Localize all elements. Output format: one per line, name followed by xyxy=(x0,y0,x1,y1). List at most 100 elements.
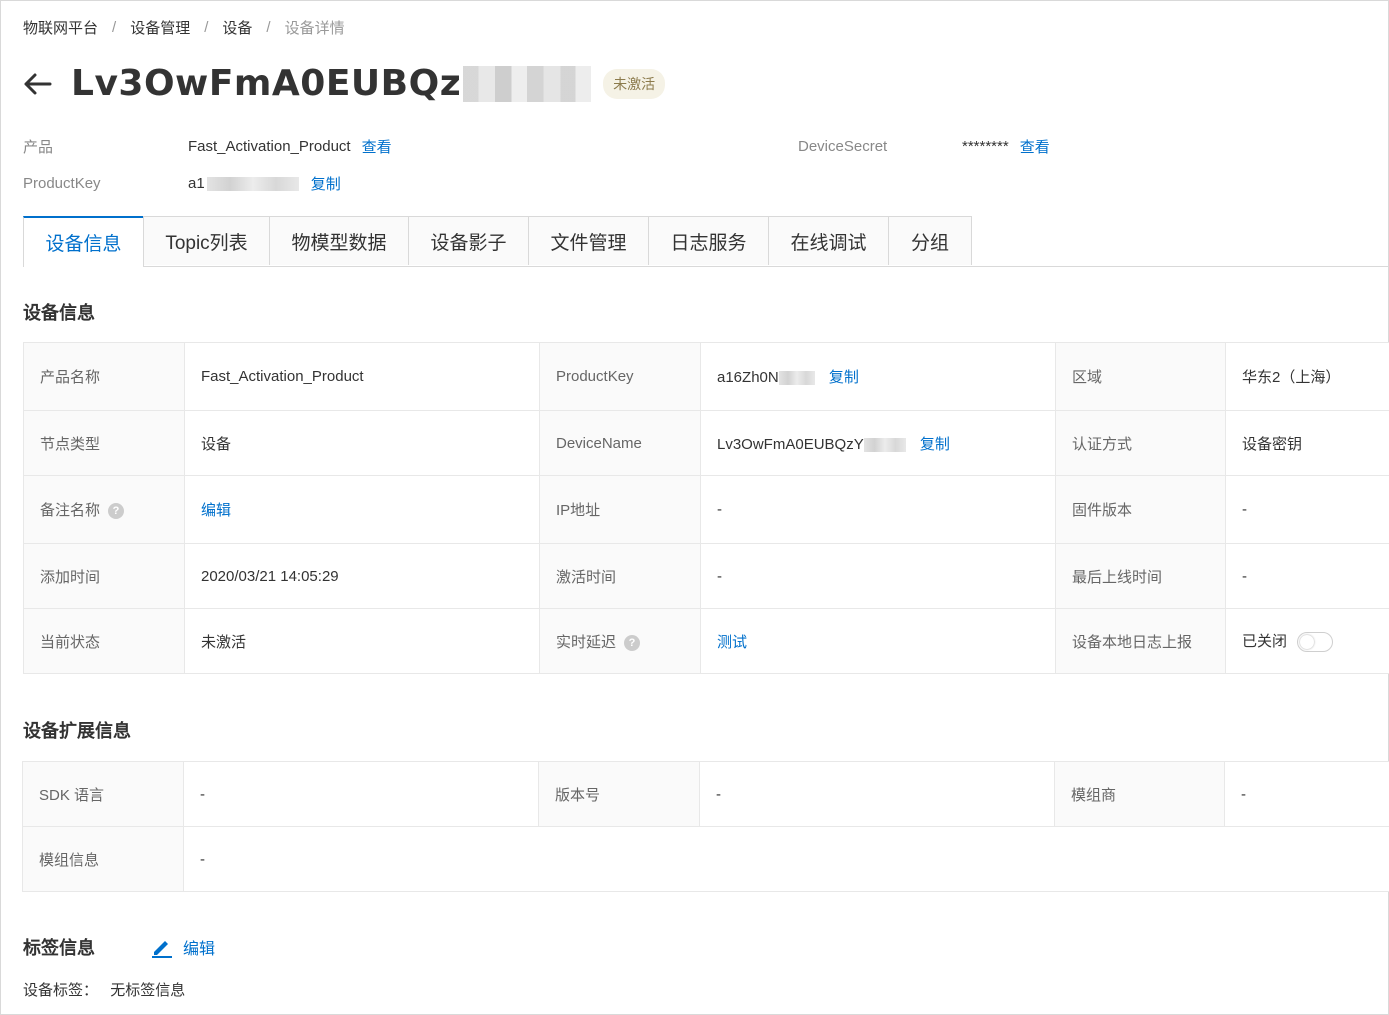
node-type-value: 设备 xyxy=(184,410,540,476)
productkey-cell: a16Zh0N 复制 xyxy=(700,342,1056,411)
back-arrow-icon[interactable] xyxy=(21,68,53,100)
auth-method-label: 认证方式 xyxy=(1055,410,1226,476)
remark-name-cell: 备注名称? xyxy=(23,475,185,544)
copy-productkey-button[interactable]: 复制 xyxy=(829,369,859,386)
redacted-mosaic xyxy=(206,176,299,191)
productkey-value: a1 xyxy=(188,175,205,192)
table-row: 备注名称? 编辑 IP地址 - 固件版本 - xyxy=(23,475,1389,544)
tags-title: 标签信息 xyxy=(23,938,95,958)
redacted-mosaic xyxy=(863,437,906,452)
sdk-language-label: SDK 语言 xyxy=(22,761,184,827)
pencil-icon xyxy=(152,941,172,958)
breadcrumb-separator: / xyxy=(204,19,209,36)
module-vendor-label: 模组商 xyxy=(1054,761,1225,827)
ext-info-table: SDK 语言 - 版本号 - 模组商 - 模组信息 - xyxy=(22,761,1389,892)
sdk-language-value: - xyxy=(183,761,539,827)
help-icon[interactable]: ? xyxy=(108,503,125,520)
edit-tags-label: 编辑 xyxy=(183,941,216,958)
breadcrumb-separator: / xyxy=(112,19,117,36)
device-tags-label: 设备标签： xyxy=(23,982,99,999)
local-log-toggle[interactable] xyxy=(1297,632,1334,653)
copy-productkey-link[interactable]: 复制 xyxy=(311,173,341,194)
meta-secret-row: DeviceSecret ******** 查看 xyxy=(798,136,1050,157)
ip-address-label: IP地址 xyxy=(539,475,701,544)
tab-thing-model-data[interactable]: 物模型数据 xyxy=(269,216,409,265)
view-product-link[interactable]: 查看 xyxy=(362,136,392,157)
productkey-value: a16Zh0N xyxy=(717,369,779,386)
breadcrumb-device-detail: 设备详情 xyxy=(284,20,345,37)
table-row: 模组信息 - xyxy=(22,826,1389,892)
region-label: 区域 xyxy=(1055,342,1226,411)
ip-address-value: - xyxy=(700,475,1056,544)
latency-label: 实时延迟 xyxy=(556,633,617,651)
auth-method-value: 设备密钥 xyxy=(1225,410,1389,476)
tab-log-service[interactable]: 日志服务 xyxy=(648,216,769,265)
tab-group[interactable]: 分组 xyxy=(888,216,972,265)
test-latency-link[interactable]: 测试 xyxy=(717,634,747,651)
breadcrumb-iot-platform[interactable]: 物联网平台 xyxy=(23,17,98,38)
help-icon[interactable]: ? xyxy=(624,634,641,651)
tags-header: 标签信息 编辑 xyxy=(23,934,215,960)
tab-topic-list[interactable]: Topic列表 xyxy=(143,216,270,265)
version-label: 版本号 xyxy=(538,761,700,827)
tab-bar: 设备信息 Topic列表 物模型数据 设备影子 文件管理 日志服务 在线调试 分… xyxy=(23,216,1389,267)
breadcrumb-separator: / xyxy=(266,19,271,36)
module-vendor-value: - xyxy=(1224,761,1389,827)
table-row: SDK 语言 - 版本号 - 模组商 - xyxy=(22,761,1389,827)
tab-device-shadow[interactable]: 设备影子 xyxy=(408,216,529,265)
current-status-value: 未激活 xyxy=(184,608,540,674)
product-value: Fast_Activation_Product xyxy=(188,138,351,155)
local-log-cell: 已关闭 xyxy=(1225,608,1389,674)
copy-device-name-button[interactable]: 复制 xyxy=(920,436,950,453)
table-row: 节点类型 设备 DeviceName Lv3OwFmA0EUBQzY 复制 认证… xyxy=(23,410,1389,476)
tab-device-info[interactable]: 设备信息 xyxy=(23,216,144,267)
page-title: Lv3OwFmA0EUBQz xyxy=(71,63,462,104)
edit-remark-link[interactable]: 编辑 xyxy=(201,502,231,519)
activated-time-value: - xyxy=(700,543,1056,609)
added-time-value: 2020/03/21 14:05:29 xyxy=(184,543,540,609)
breadcrumb: 物联网平台 / 设备管理 / 设备 / 设备详情 xyxy=(23,17,345,38)
product-label: 产品 xyxy=(23,139,54,156)
view-secret-link[interactable]: 查看 xyxy=(1020,136,1050,157)
ext-info-title: 设备扩展信息 xyxy=(23,721,131,741)
status-badge: 未激活 xyxy=(603,68,666,99)
breadcrumb-device[interactable]: 设备 xyxy=(222,17,252,38)
product-name-value: Fast_Activation_Product xyxy=(184,342,540,411)
region-value: 华东2（上海） xyxy=(1225,342,1389,411)
meta-productkey-row: ProductKey a1 复制 xyxy=(23,173,341,194)
productkey-label: ProductKey xyxy=(23,175,101,192)
node-type-label: 节点类型 xyxy=(23,410,185,476)
breadcrumb-device-management[interactable]: 设备管理 xyxy=(130,17,190,38)
latency-test-cell: 测试 xyxy=(700,608,1056,674)
device-tags-value: 无标签信息 xyxy=(110,982,186,999)
local-log-label: 设备本地日志上报 xyxy=(1055,608,1226,674)
meta-product-row: 产品 Fast_Activation_Product 查看 xyxy=(23,136,392,157)
page-header: Lv3OwFmA0EUBQz 未激活 xyxy=(21,63,666,104)
device-name-label: DeviceName xyxy=(539,410,701,476)
device-secret-value: ******** xyxy=(962,138,1009,155)
local-log-status: 已关闭 xyxy=(1242,632,1288,650)
last-online-label: 最后上线时间 xyxy=(1055,543,1226,609)
tab-online-debug[interactable]: 在线调试 xyxy=(768,216,889,265)
added-time-label: 添加时间 xyxy=(23,543,185,609)
device-info-table: 产品名称 Fast_Activation_Product ProductKey … xyxy=(23,342,1389,674)
last-online-value: - xyxy=(1225,543,1389,609)
device-secret-label: DeviceSecret xyxy=(798,138,888,155)
current-status-label: 当前状态 xyxy=(23,608,185,674)
table-row: 产品名称 Fast_Activation_Product ProductKey … xyxy=(23,342,1389,411)
product-name-label: 产品名称 xyxy=(23,342,185,411)
firmware-version-value: - xyxy=(1225,475,1389,544)
redacted-mosaic xyxy=(778,371,815,386)
productkey-label: ProductKey xyxy=(539,342,701,411)
module-info-label: 模组信息 xyxy=(22,826,184,892)
device-info-title: 设备信息 xyxy=(23,303,95,323)
module-info-value: - xyxy=(183,826,1389,892)
table-row: 当前状态 未激活 实时延迟? 测试 设备本地日志上报 已关闭 xyxy=(23,608,1389,674)
device-name-cell: Lv3OwFmA0EUBQzY 复制 xyxy=(700,410,1056,476)
firmware-version-label: 固件版本 xyxy=(1055,475,1226,544)
version-value: - xyxy=(699,761,1055,827)
device-name-value: Lv3OwFmA0EUBQzY xyxy=(717,435,864,453)
tab-file-management[interactable]: 文件管理 xyxy=(528,216,649,265)
redacted-mosaic xyxy=(463,65,592,102)
edit-tags-button[interactable]: 编辑 xyxy=(151,935,215,959)
